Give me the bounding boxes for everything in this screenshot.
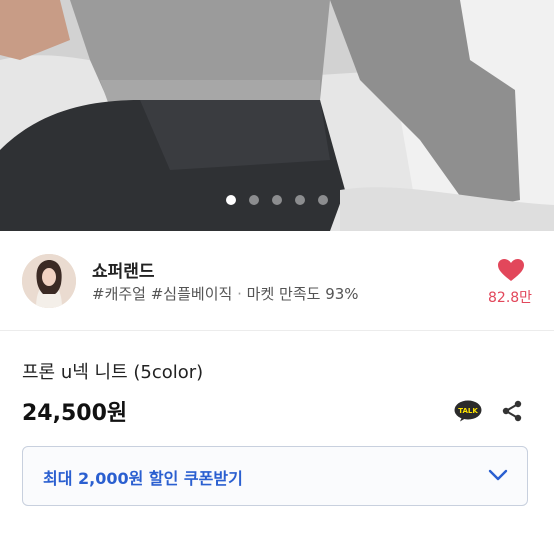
coupon-button[interactable]: 최대 2,000원 할인 쿠폰받기 bbox=[22, 446, 528, 506]
shop-tags: #캐주얼 #심플베이직 bbox=[92, 285, 233, 303]
coupon-label: 최대 2,000원 할인 쿠폰받기 bbox=[43, 469, 243, 488]
shop-avatar[interactable] bbox=[22, 254, 76, 308]
carousel-dot[interactable] bbox=[318, 195, 328, 205]
product-info: 프론 u넥 니트 (5color) 24,500원 TALK bbox=[0, 331, 554, 554]
shop-meta: #캐주얼 #심플베이직 · 마켓 만족도 93% bbox=[92, 283, 359, 304]
carousel-dot[interactable] bbox=[226, 195, 236, 205]
product-title: 프론 u넥 니트 (5color) bbox=[22, 362, 204, 383]
shop-name[interactable]: 쇼퍼랜드 bbox=[92, 257, 155, 282]
heart-icon[interactable] bbox=[497, 258, 525, 282]
product-image-carousel[interactable] bbox=[0, 0, 554, 231]
carousel-dot[interactable] bbox=[295, 195, 305, 205]
like-count: 82.8만 bbox=[488, 290, 533, 306]
carousel-dot[interactable] bbox=[272, 195, 282, 205]
shop-info-row[interactable]: 쇼퍼랜드 #캐주얼 #심플베이직 · 마켓 만족도 93% 82.8만 bbox=[0, 231, 554, 331]
kakao-talk-icon[interactable]: TALK bbox=[454, 400, 482, 422]
carousel-dot[interactable] bbox=[249, 195, 259, 205]
talk-label: TALK bbox=[458, 407, 478, 415]
shop-satisfaction: 마켓 만족도 93% bbox=[246, 285, 359, 303]
meta-separator: · bbox=[237, 285, 242, 303]
chevron-down-icon bbox=[488, 469, 508, 481]
carousel-indicator[interactable] bbox=[0, 195, 554, 205]
product-price: 24,500원 bbox=[22, 401, 128, 426]
share-icon[interactable] bbox=[501, 399, 523, 423]
